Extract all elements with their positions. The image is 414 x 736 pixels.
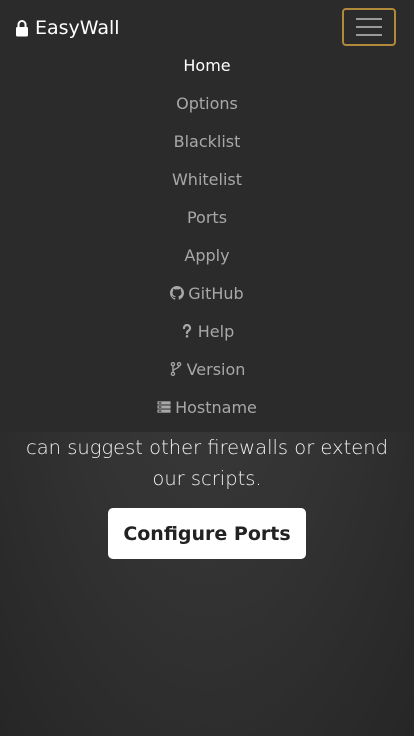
brand-link[interactable]: EasyWall <box>15 14 120 42</box>
branch-icon <box>170 362 181 376</box>
page: EasyWall Home Options Blacklist Whitelis… <box>0 0 414 736</box>
navbar-toggler-button[interactable] <box>342 8 396 46</box>
nav-item-label: Blacklist <box>173 131 241 151</box>
nav-item-label: Home <box>183 55 231 75</box>
nav-item-github[interactable]: GitHub <box>0 274 414 312</box>
nav-item-home[interactable]: Home <box>0 46 414 84</box>
nav-item-label: Version <box>186 359 246 379</box>
nav-item-label: Apply <box>184 245 230 265</box>
github-icon <box>170 286 185 300</box>
nav-item-label: GitHub <box>188 283 244 303</box>
nav-item-ports[interactable]: Ports <box>0 198 414 236</box>
nav-item-hostname[interactable]: Hostname <box>0 388 414 426</box>
server-icon <box>157 401 171 413</box>
nav-item-version[interactable]: Version <box>0 350 414 388</box>
lock-icon <box>16 20 28 37</box>
hero-section: can suggest other firewalls or extend ou… <box>0 432 414 559</box>
nav-item-whitelist[interactable]: Whitelist <box>0 160 414 198</box>
nav-item-help[interactable]: Help <box>0 312 414 350</box>
nav-item-label: Ports <box>186 207 228 227</box>
lead-text: can suggest other firewalls or extend ou… <box>26 436 388 490</box>
nav-item-options[interactable]: Options <box>0 84 414 122</box>
question-icon <box>182 324 191 338</box>
nav-item-label: Options <box>176 93 238 113</box>
nav-item-label: Hostname <box>175 397 257 417</box>
nav-item-label: Help <box>197 321 235 341</box>
navbar: EasyWall Home Options Blacklist Whitelis… <box>0 0 414 432</box>
nav-menu: Home Options Blacklist Whitelist Ports A… <box>0 46 414 426</box>
hamburger-icon <box>356 18 382 36</box>
configure-ports-button[interactable]: Configure Ports <box>108 508 306 559</box>
nav-item-blacklist[interactable]: Blacklist <box>0 122 414 160</box>
nav-item-label: Whitelist <box>171 169 243 189</box>
brand-title: EasyWall <box>35 17 120 39</box>
nav-item-apply[interactable]: Apply <box>0 236 414 274</box>
